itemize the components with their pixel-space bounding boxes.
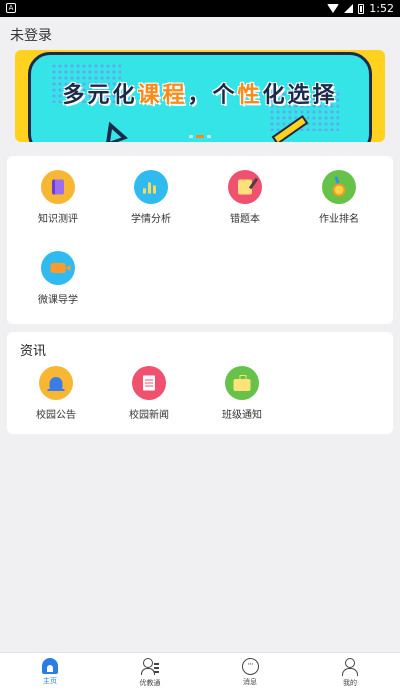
menu-item-label: 知识测评: [38, 214, 78, 225]
home-icon: [42, 658, 58, 674]
nav-item-label: 主页: [43, 677, 57, 685]
profile-icon: [341, 658, 359, 676]
news-item-campus-news[interactable]: 校园新闻: [104, 366, 194, 421]
banner-pager[interactable]: [189, 135, 211, 138]
banner-title: 多元化课程，个性化选择: [62, 83, 338, 108]
pager-dot[interactable]: [207, 135, 211, 138]
bottom-navigation: 主页 优教通 消息 我的: [0, 652, 400, 690]
bell-icon: [39, 366, 73, 400]
newspaper-icon: [132, 366, 166, 400]
bulletin-board-icon: [225, 366, 259, 400]
medal-icon: [322, 170, 356, 204]
video-camera-icon: [41, 251, 75, 285]
news-section-title: 资讯: [20, 344, 47, 359]
menu-item-learning-analysis[interactable]: 学情分析: [106, 170, 196, 225]
notebook-icon: [228, 170, 262, 204]
status-time: 1:52: [369, 2, 394, 15]
signal-icon: [344, 4, 354, 13]
menu-item-label: 微课导学: [38, 295, 78, 306]
menu-item-label: 错题本: [230, 214, 260, 225]
login-status[interactable]: 未登录: [10, 25, 52, 45]
nav-item-home[interactable]: 主页: [0, 653, 100, 690]
chat-icon: [241, 658, 259, 675]
bar-chart-icon: [134, 170, 168, 204]
nav-item-messages[interactable]: 消息: [200, 653, 300, 690]
nav-item-label: 我的: [343, 679, 357, 687]
news-item-class-notice[interactable]: 班级通知: [197, 366, 287, 421]
menu-item-micro-course[interactable]: 微课导学: [13, 251, 103, 306]
wifi-icon: [327, 4, 340, 13]
menu-item-label: 学情分析: [131, 214, 171, 225]
function-menu-card: 知识测评 学情分析 错题本 作业排名 微课导学: [7, 156, 393, 324]
menu-item-label: 作业排名: [319, 214, 359, 225]
menu-item-mistake-book[interactable]: 错题本: [200, 170, 290, 225]
pager-dot[interactable]: [189, 135, 193, 138]
header: 未登录: [0, 17, 400, 50]
book-icon: [41, 170, 75, 204]
triangle-ruler-icon: [97, 117, 129, 142]
pager-dot-active[interactable]: [196, 135, 204, 138]
promo-banner[interactable]: 多元化课程，个性化选择: [15, 50, 385, 142]
menu-item-knowledge-test[interactable]: 知识测评: [13, 170, 103, 225]
status-bar: A 1:52: [0, 0, 400, 17]
news-item-label: 校园公告: [36, 410, 76, 421]
battery-icon: [358, 3, 365, 14]
news-item-campus-announcement[interactable]: 校园公告: [11, 366, 101, 421]
nav-item-label: 优教通: [139, 679, 161, 687]
nav-item-mine[interactable]: 我的: [300, 653, 400, 690]
a-icon: A: [6, 3, 16, 13]
menu-item-homework-ranking[interactable]: 作业排名: [294, 170, 384, 225]
news-item-label: 班级通知: [222, 410, 262, 421]
nav-item-youjiaotong[interactable]: 优教通: [100, 653, 200, 690]
user-list-icon: [141, 658, 159, 676]
news-item-label: 校园新闻: [129, 410, 169, 421]
nav-item-label: 消息: [243, 678, 257, 686]
news-card: 资讯 校园公告 校园新闻 班级通知: [7, 332, 393, 434]
banner-frame: 多元化课程，个性化选择: [28, 52, 372, 142]
